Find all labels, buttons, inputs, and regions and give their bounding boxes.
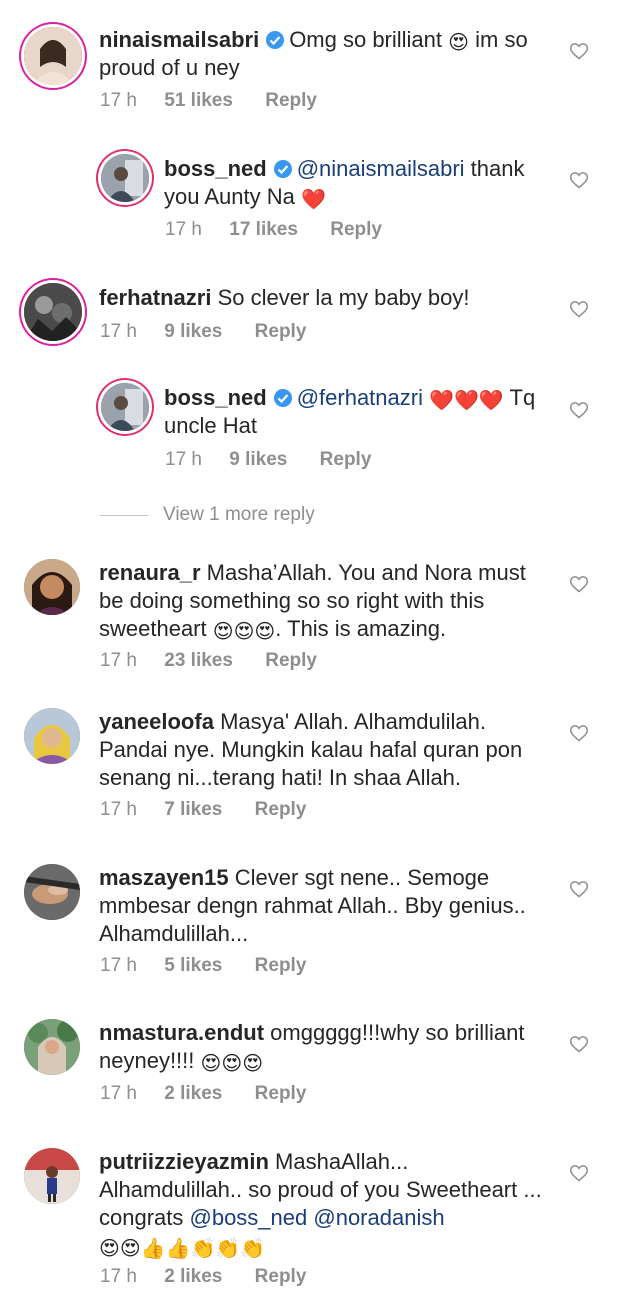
divider-line [100,515,148,516]
comment-body: Omg so brilliant [289,27,449,52]
verified-badge-icon [273,160,292,178]
comment-text: nmastura.endut omggggg!!!why so brillian… [99,1019,549,1075]
comment-meta: 17 h 51 likes Reply [100,90,317,112]
likes-count[interactable]: 17 likes [229,219,298,241]
view-more-label[interactable]: View 1 more reply [163,504,315,526]
reply-button[interactable]: Reply [255,321,307,343]
heart-outline-icon[interactable] [569,400,589,420]
verified-badge-icon [266,31,285,49]
comment-meta: 17 h 7 likes Reply [100,799,306,821]
likes-count[interactable]: 5 likes [164,955,222,977]
emoji: 😍 [448,32,469,54]
mention-link[interactable]: @noradanish [313,1205,444,1230]
verified-badge-icon [273,389,292,407]
username[interactable]: nmastura.endut [99,1020,264,1045]
timestamp: 17 h [100,650,137,671]
username[interactable]: renaura_r [99,560,201,585]
comment-body: . This is amazing. [275,616,447,641]
avatar[interactable] [101,154,149,202]
likes-count[interactable]: 23 likes [164,650,233,672]
reply-button[interactable]: Reply [255,1266,307,1288]
timestamp: 17 h [100,90,137,111]
comment-body: So clever la my baby boy! [217,285,470,310]
timestamp: 17 h [100,1083,137,1104]
comment-meta: 17 h 5 likes Reply [100,955,306,977]
likes-count[interactable]: 2 likes [164,1083,222,1105]
timestamp: 17 h [100,955,137,976]
comment-text: ferhatnazri So clever la my baby boy! [99,284,539,312]
timestamp: 17 h [165,219,202,240]
timestamp: 17 h [165,449,202,470]
emoji: 😍😍😍 [212,621,276,643]
heart-outline-icon[interactable] [569,299,589,319]
timestamp: 17 h [100,1266,137,1287]
emoji: 😍😍😍 [200,1053,264,1075]
comment-text: yaneeloofa Masya' Allah. Alhamdulilah. P… [99,708,549,792]
timestamp: 17 h [100,799,137,820]
reply-button[interactable]: Reply [330,219,382,241]
comment-text: renaura_r Masha’Allah. You and Nora must… [99,559,549,643]
likes-count[interactable]: 7 likes [164,799,222,821]
likes-count[interactable]: 9 likes [229,449,287,471]
likes-count[interactable]: 51 likes [164,90,233,112]
comment-meta: 17 h 17 likes Reply [165,219,382,241]
comment-meta: 17 h 2 likes Reply [100,1266,306,1288]
reply-button[interactable]: Reply [320,449,372,471]
reply-button[interactable]: Reply [255,955,307,977]
likes-count[interactable]: 9 likes [164,321,222,343]
reply-button[interactable]: Reply [255,799,307,821]
avatar[interactable] [24,283,82,341]
comment-text: boss_ned @ninaismailsabri thank you Aunty… [164,155,554,211]
reply-button[interactable]: Reply [265,650,317,672]
comment-meta: 17 h 2 likes Reply [100,1083,306,1105]
emoji: 😍😍👍👍👏👏👏 [99,1238,266,1260]
avatar[interactable] [24,27,82,85]
mention-link[interactable]: @boss_ned [190,1205,308,1230]
comment-meta: 17 h 9 likes Reply [100,321,306,343]
avatar[interactable] [24,864,80,920]
heart-outline-icon[interactable] [569,1034,589,1054]
comment-meta: 17 h 23 likes Reply [100,650,317,672]
comment-text: putriizzieyazmin MashaAllah... Alhamduli… [99,1148,549,1260]
heart-outline-icon[interactable] [569,1163,589,1183]
username[interactable]: boss_ned [164,385,267,410]
heart-outline-icon[interactable] [569,723,589,743]
heart-outline-icon[interactable] [569,879,589,899]
username[interactable]: ninaismailsabri [99,27,259,52]
username[interactable]: putriizzieyazmin [99,1149,269,1174]
reply-button[interactable]: Reply [265,90,317,112]
emoji: ❤️❤️❤️ [429,390,504,412]
username[interactable]: ferhatnazri [99,285,211,310]
heart-outline-icon[interactable] [569,574,589,594]
avatar[interactable] [24,1148,80,1204]
username[interactable]: maszayen15 [99,865,229,890]
comment-meta: 17 h 9 likes Reply [165,449,371,471]
avatar[interactable] [24,708,80,764]
username[interactable]: yaneeloofa [99,709,214,734]
avatar[interactable] [24,559,80,615]
heart-outline-icon[interactable] [569,170,589,190]
emoji: ❤️ [300,189,326,211]
avatar[interactable] [24,1019,80,1075]
avatar[interactable] [101,383,149,431]
likes-count[interactable]: 2 likes [164,1266,222,1288]
mention-link[interactable]: @ferhatnazri [297,385,423,410]
mention-link[interactable]: @ninaismailsabri [297,156,465,181]
comment-text: boss_ned @ferhatnazri ❤️❤️❤️ Tq uncle Hat [164,384,554,440]
comment-text: ninaismailsabri Omg so brilliant 😍 im so … [99,26,539,82]
username[interactable]: boss_ned [164,156,267,181]
reply-button[interactable]: Reply [255,1083,307,1105]
heart-outline-icon[interactable] [569,41,589,61]
timestamp: 17 h [100,321,137,342]
comment-text: maszayen15 Clever sgt nene.. Semoge mmbe… [99,864,549,948]
